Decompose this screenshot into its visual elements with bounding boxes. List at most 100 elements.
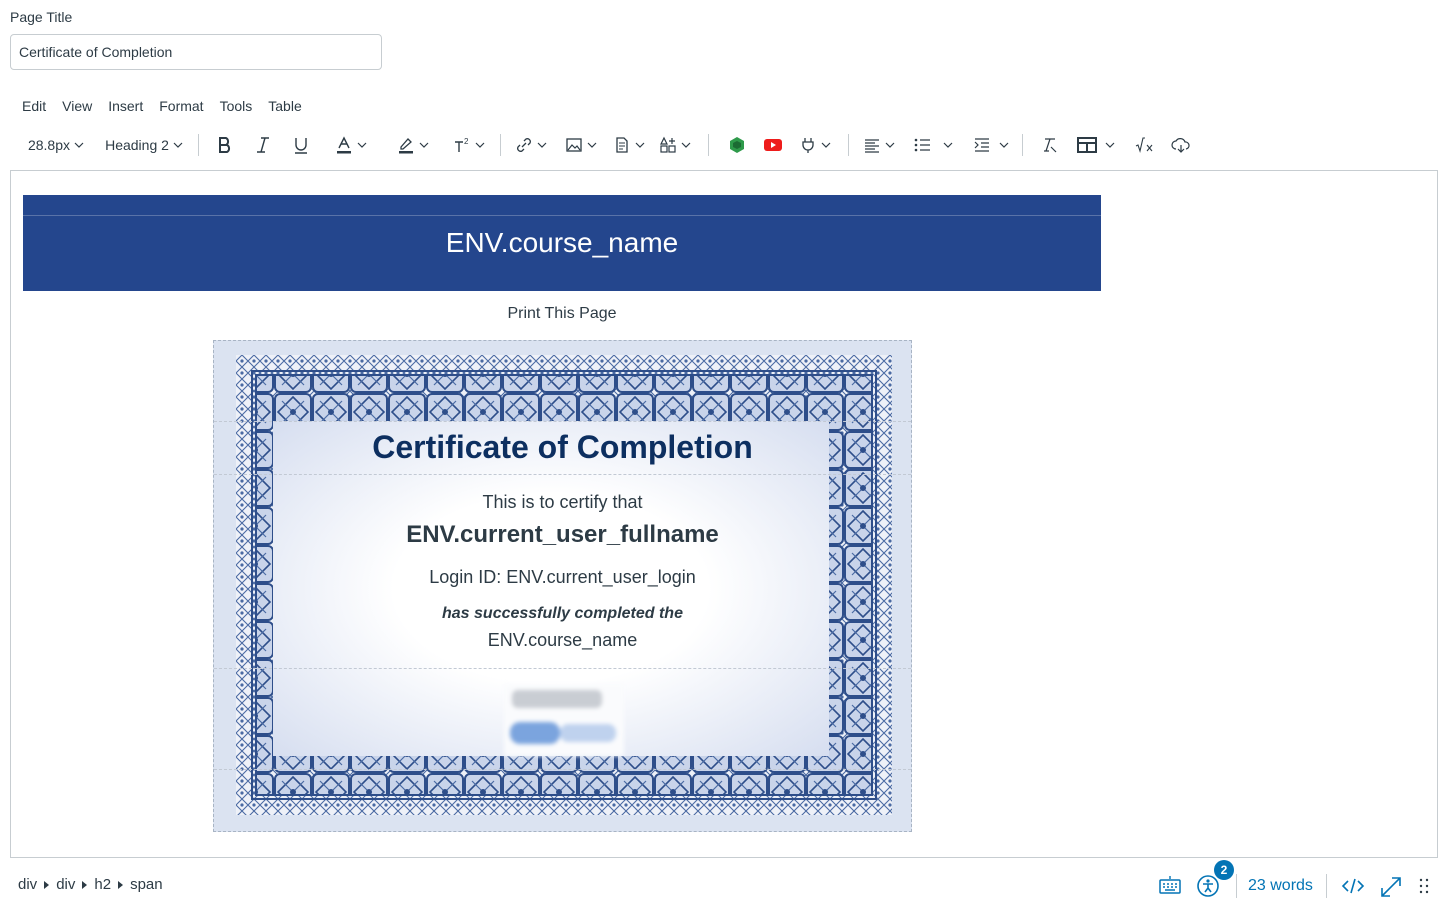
word-count-button[interactable]: 23 words <box>1248 877 1313 895</box>
chevron-down-icon <box>821 142 831 148</box>
clear-format-icon <box>1044 138 1057 153</box>
breadcrumb-item[interactable]: div <box>18 876 37 893</box>
certify-text: This is to certify that <box>482 492 643 512</box>
toolbar-divider <box>1022 134 1023 156</box>
underline-icon <box>295 138 307 154</box>
certificate: Certificate of Completion This is to cer… <box>213 340 912 832</box>
italic-icon <box>257 137 269 153</box>
menu-edit[interactable]: Edit <box>14 96 54 116</box>
chevron-down-icon <box>681 142 691 148</box>
editor-content-area[interactable]: ENV.course_name Print This Page Certific… <box>10 170 1438 858</box>
toolbar-divider <box>848 134 849 156</box>
office-button[interactable] <box>726 130 748 160</box>
underline-button[interactable] <box>290 130 312 160</box>
chevron-down-icon <box>587 142 597 148</box>
font-size-select[interactable]: 28.8px <box>24 130 88 160</box>
fullscreen-button[interactable] <box>1380 874 1402 903</box>
chevron-down-icon <box>943 142 953 148</box>
chevron-down-icon <box>419 142 429 148</box>
chevron-down-icon <box>1105 142 1115 148</box>
editor-toolbar: 28.8px Heading 2 2 <box>16 130 1216 160</box>
indent-icon <box>974 138 989 152</box>
page-title-input[interactable] <box>10 34 382 70</box>
menu-table[interactable]: Table <box>260 96 309 116</box>
editor-menubar: Edit View Insert Format Tools Table <box>14 96 310 116</box>
code-icon <box>1341 878 1365 894</box>
login-id: Login ID: ENV.current_user_login <box>429 567 696 587</box>
youtube-button[interactable] <box>762 130 784 160</box>
breadcrumb-item[interactable]: h2 <box>94 876 111 893</box>
chevron-down-icon <box>173 142 183 148</box>
statusbar-divider <box>1236 874 1237 898</box>
menu-tools[interactable]: Tools <box>212 96 261 116</box>
drag-handle-icon <box>1419 878 1429 894</box>
keyboard-shortcuts-button[interactable] <box>1158 874 1182 903</box>
banner-heading: ENV.course_name <box>445 227 679 258</box>
user-fullname: ENV.current_user_fullname <box>406 521 719 548</box>
link-icon <box>517 138 531 152</box>
element-path-breadcrumb: div div h2 span <box>18 876 163 893</box>
html-editor-toggle-button[interactable] <box>1340 874 1366 903</box>
cloud-button[interactable] <box>1170 130 1192 160</box>
youtube-icon <box>764 139 782 151</box>
chevron-down-icon <box>537 142 547 148</box>
breadcrumb-item[interactable]: span <box>130 876 163 893</box>
menu-view[interactable]: View <box>54 96 100 116</box>
signature-image <box>504 684 624 756</box>
clear-format-button[interactable] <box>1038 130 1060 160</box>
bullet-list-icon <box>914 138 930 152</box>
document-icon <box>616 137 628 153</box>
breadcrumb-separator-icon <box>44 880 50 889</box>
breadcrumb-separator-icon <box>82 880 88 889</box>
link-button[interactable] <box>512 130 550 160</box>
document-button[interactable] <box>610 130 648 160</box>
certificate-title: Certificate of Completion <box>372 429 753 465</box>
editor-statusbar: div div h2 span 2 23 words <box>0 860 1446 909</box>
chevron-down-icon <box>635 142 645 148</box>
apps-icon <box>660 136 676 153</box>
chevron-down-icon <box>357 142 367 148</box>
bold-icon <box>219 137 231 153</box>
breadcrumb-separator-icon <box>118 880 124 889</box>
table-button[interactable] <box>1074 130 1118 160</box>
block-format-select[interactable]: Heading 2 <box>102 130 186 160</box>
placeholder-divider <box>214 668 911 669</box>
menu-insert[interactable]: Insert <box>100 96 151 116</box>
image-button[interactable] <box>562 130 600 160</box>
highlight-color-button[interactable] <box>390 130 436 160</box>
chevron-down-icon <box>885 142 895 148</box>
completed-text: has successfully completed the <box>442 605 683 622</box>
text-color-icon <box>337 136 351 154</box>
image-icon <box>566 138 582 152</box>
plug-icon <box>802 138 814 153</box>
table-icon <box>1077 137 1097 153</box>
toolbar-divider <box>708 134 709 156</box>
plugin-button[interactable] <box>796 130 834 160</box>
chevron-down-icon <box>999 142 1009 148</box>
expand-icon <box>1381 877 1401 897</box>
course-name: ENV.course_name <box>487 630 638 650</box>
menu-format[interactable]: Format <box>151 96 211 116</box>
print-page-link[interactable]: Print This Page <box>23 305 1101 323</box>
bullet-list-button[interactable] <box>912 130 954 160</box>
apps-button[interactable] <box>656 130 694 160</box>
highlight-color-icon <box>399 138 413 154</box>
align-icon <box>865 139 879 153</box>
svg-text:2: 2 <box>464 137 469 146</box>
italic-button[interactable] <box>252 130 274 160</box>
indent-button[interactable] <box>970 130 1012 160</box>
resize-handle[interactable] <box>1418 876 1430 901</box>
text-color-button[interactable] <box>328 130 374 160</box>
chevron-down-icon <box>74 142 84 148</box>
banner-divider <box>23 215 1101 216</box>
accessibility-icon <box>1197 875 1219 897</box>
math-button[interactable] <box>1134 130 1156 160</box>
placeholder-divider <box>214 421 911 422</box>
accessibility-checker-button[interactable] <box>1196 874 1220 903</box>
statusbar-divider <box>1326 874 1327 898</box>
superscript-button[interactable]: 2 <box>448 130 490 160</box>
toolbar-divider <box>500 134 501 156</box>
breadcrumb-item[interactable]: div <box>56 876 75 893</box>
align-button[interactable] <box>860 130 898 160</box>
bold-button[interactable] <box>214 130 236 160</box>
